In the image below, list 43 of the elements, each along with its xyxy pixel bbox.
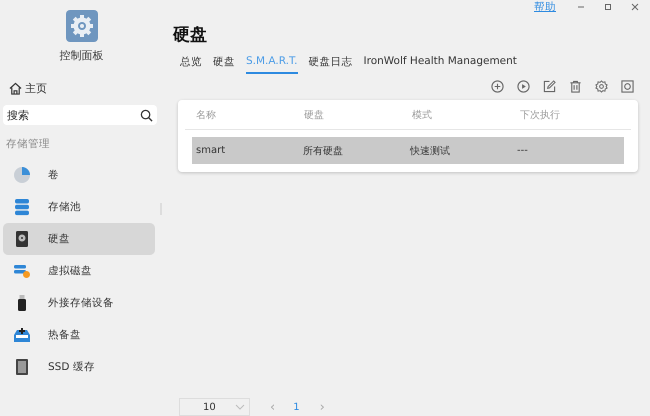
sidebar-item[interactable]: SSD 缓存 bbox=[3, 351, 155, 383]
table-cell-text: 快速测试 bbox=[410, 144, 451, 158]
trash-icon[interactable] bbox=[569, 80, 582, 93]
database-icon bbox=[13, 198, 31, 216]
table-row[interactable]: smart 所有硬盘 快速测试 --- bbox=[192, 137, 624, 164]
disk-settings-icon[interactable] bbox=[621, 80, 634, 93]
spare-disk-icon bbox=[13, 326, 31, 344]
app-title: 控制面板 bbox=[60, 48, 104, 63]
table-cell-text: --- bbox=[517, 145, 529, 156]
column-header: 硬盘 bbox=[304, 108, 325, 122]
home-icon bbox=[9, 82, 22, 95]
edit-icon[interactable] bbox=[543, 80, 556, 93]
sidebar-item[interactable]: 硬盘 bbox=[3, 223, 155, 255]
ssd-icon bbox=[13, 358, 31, 376]
settings-icon[interactable] bbox=[595, 80, 608, 93]
close-icon[interactable] bbox=[630, 2, 640, 12]
gear-icon bbox=[66, 10, 98, 42]
page-size-select[interactable]: 10 bbox=[179, 398, 250, 416]
play-icon[interactable] bbox=[517, 80, 530, 93]
sidebar-item[interactable]: 存储池 bbox=[3, 191, 155, 223]
column-header: 下次执行 bbox=[520, 108, 561, 122]
section-label: 存储管理 bbox=[6, 137, 51, 151]
column-header: 名称 bbox=[196, 108, 217, 122]
table-cell-text: smart bbox=[196, 145, 226, 156]
add-icon[interactable] bbox=[491, 80, 504, 93]
search-icon bbox=[140, 109, 153, 122]
maximize-icon[interactable] bbox=[603, 2, 613, 12]
sidebar-item[interactable]: 外接存储设备 bbox=[3, 287, 155, 319]
column-header: 模式 bbox=[412, 108, 433, 122]
page-title: 硬盘 bbox=[173, 24, 208, 46]
sidebar-item[interactable]: 虚拟磁盘 bbox=[3, 255, 155, 287]
table-cell-text: 所有硬盘 bbox=[303, 144, 344, 158]
tab[interactable]: IronWolf Health Management bbox=[364, 55, 517, 74]
tab[interactable]: 硬盘日志 bbox=[308, 55, 353, 74]
tab[interactable]: 硬盘 bbox=[213, 55, 235, 74]
tab[interactable]: 总览 bbox=[180, 55, 202, 74]
sidebar-item[interactable]: 卷 bbox=[3, 159, 155, 191]
chevron-down-icon bbox=[235, 404, 245, 410]
home-link[interactable]: 主页 bbox=[9, 81, 160, 96]
pie-chart-icon bbox=[13, 166, 31, 184]
sidebar-item[interactable]: 热备盘 bbox=[3, 319, 155, 351]
virtual-disk-icon bbox=[13, 262, 31, 280]
search-field[interactable]: 搜索 bbox=[3, 105, 157, 125]
